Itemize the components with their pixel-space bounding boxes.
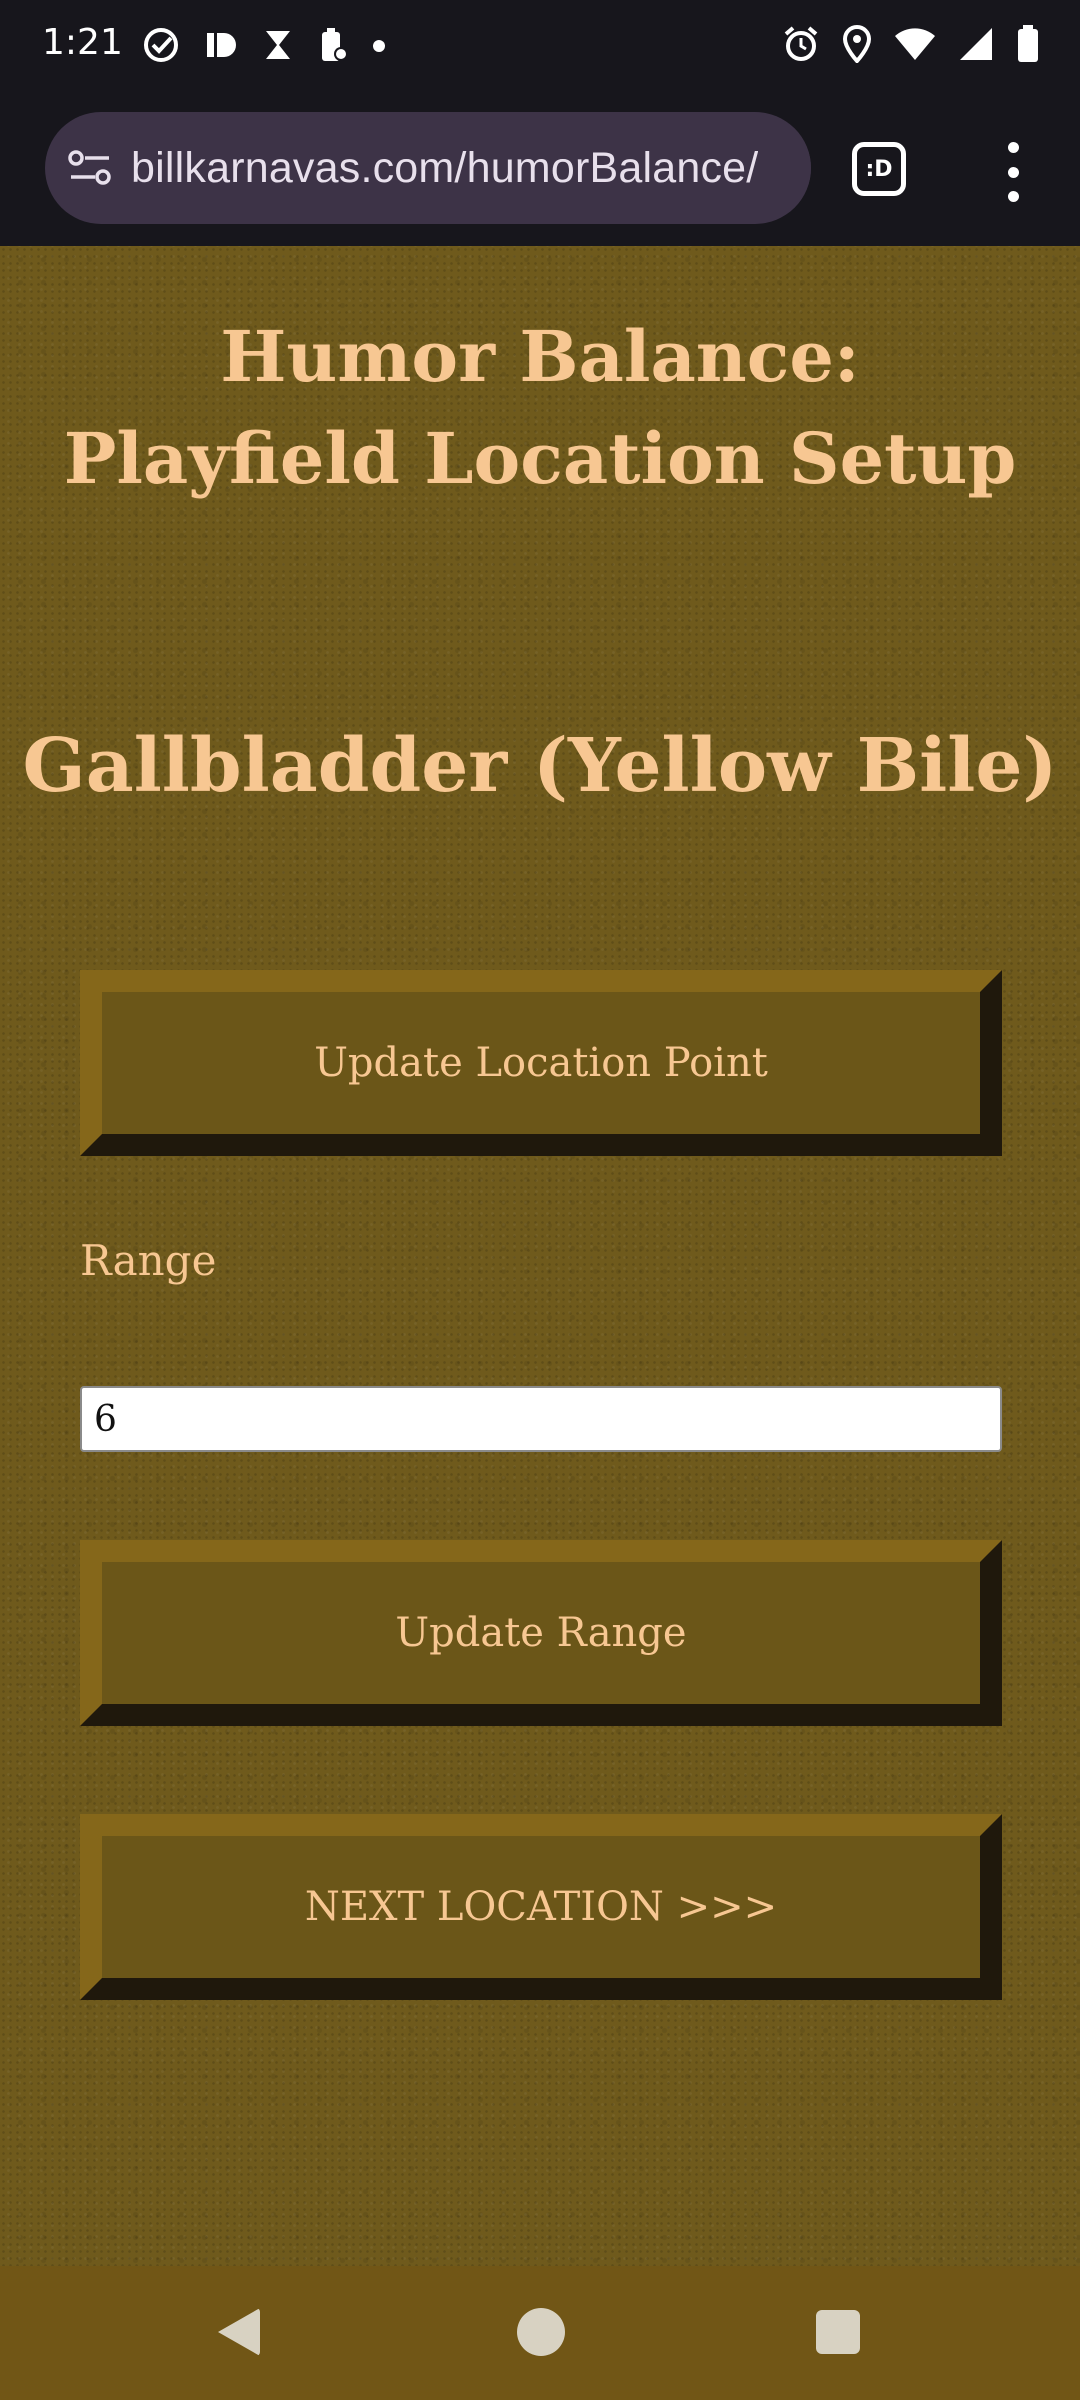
back-icon[interactable] — [218, 2308, 260, 2356]
browser-toolbar: billkarnavas.com/humorBalance/ :D — [0, 90, 1080, 246]
url-text[interactable]: billkarnavas.com/humorBalance/ — [131, 144, 758, 193]
pd-app-icon — [204, 28, 238, 66]
more-options-icon[interactable] — [990, 142, 1036, 202]
location-name: Gallbladder (Yellow Bile) — [22, 723, 1058, 809]
location-icon — [842, 24, 872, 67]
home-icon[interactable] — [517, 2308, 565, 2356]
check-circle-icon — [142, 26, 180, 68]
signal-icon — [958, 26, 994, 66]
update-location-point-button[interactable]: Update Location Point — [80, 970, 1002, 1156]
dot-icon — [372, 38, 386, 57]
battery-saver-icon — [318, 27, 348, 67]
alarm-icon — [782, 25, 820, 67]
status-left-icons — [142, 26, 410, 68]
site-settings-icon[interactable] — [67, 145, 113, 191]
battery-icon — [1016, 24, 1040, 68]
status-right-icons — [760, 24, 1040, 68]
next-location-button[interactable]: NEXT LOCATION >>> — [80, 1814, 1002, 2000]
tab-switcher-button[interactable]: :D — [852, 142, 906, 196]
address-bar[interactable]: billkarnavas.com/humorBalance/ — [45, 112, 811, 224]
status-bar: 1:21 — [0, 0, 1080, 90]
page-title-line2: Playfield Location Setup — [63, 417, 1017, 500]
recent-apps-icon[interactable] — [816, 2310, 860, 2354]
system-nav-bar — [0, 2266, 1080, 2400]
range-label: Range — [80, 1236, 217, 1285]
status-time: 1:21 — [42, 22, 123, 63]
page-content: Humor Balance: Playfield Location Setup … — [0, 246, 1080, 2266]
update-range-button[interactable]: Update Range — [80, 1540, 1002, 1726]
hourglass-icon — [262, 28, 294, 66]
page-title: Humor Balance: Playfield Location Setup — [0, 306, 1080, 510]
wifi-icon — [894, 26, 936, 66]
range-input[interactable] — [80, 1386, 1002, 1452]
page-title-line1: Humor Balance: — [220, 315, 860, 398]
